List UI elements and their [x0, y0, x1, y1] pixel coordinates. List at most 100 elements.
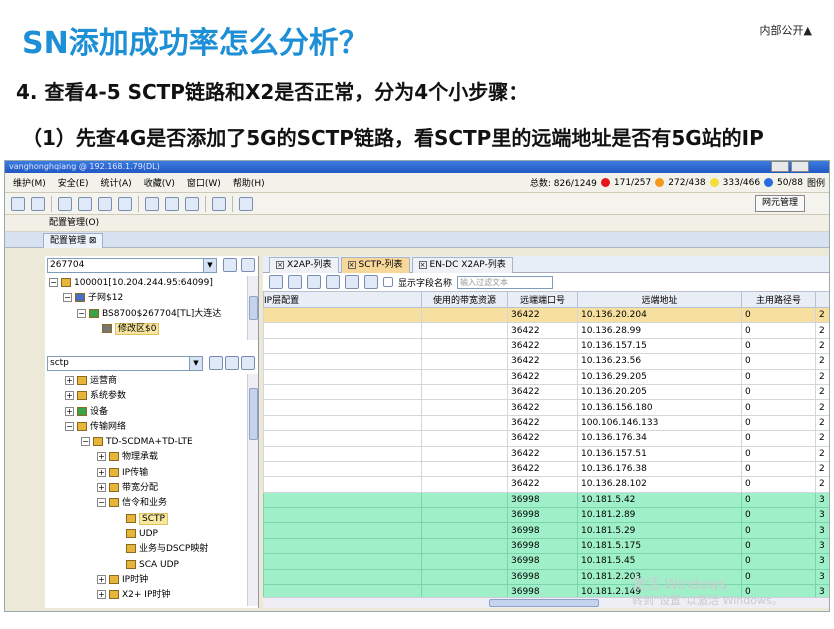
- tree-node[interactable]: + 运营商: [65, 374, 245, 389]
- tree-node[interactable]: + 系统参数: [65, 389, 245, 404]
- table-row[interactable]: 36422 10.136.176.34 0 2: [263, 430, 829, 447]
- tree-node[interactable]: 业务与DSCP映射: [65, 542, 245, 557]
- tree-node[interactable]: + 带宽分配: [65, 481, 245, 496]
- toolbar-button-2[interactable]: [31, 196, 45, 211]
- column-header[interactable]: IP层配置: [263, 291, 422, 308]
- menu-item-favorites[interactable]: 收藏(V): [138, 176, 181, 189]
- chevron-down-icon[interactable]: ▼: [203, 259, 216, 272]
- tree-node[interactable]: − TD-SCDMA+TD-LTE: [65, 435, 245, 450]
- table-row[interactable]: 36422 10.136.23.56 0 2: [263, 353, 829, 370]
- expand-icon[interactable]: +: [97, 452, 106, 462]
- toolbar-button-8[interactable]: [165, 196, 179, 211]
- collapse-icon[interactable]: −: [81, 437, 90, 447]
- table-row[interactable]: 36422 100.106.146.133 0 2: [263, 414, 829, 432]
- add-icon[interactable]: [269, 275, 283, 289]
- tree-node[interactable]: + 设备: [65, 405, 245, 420]
- legend-label[interactable]: 图例: [807, 176, 825, 189]
- major-count[interactable]: 272/438: [668, 178, 705, 188]
- chevron-down-icon[interactable]: ▼: [189, 357, 202, 370]
- menu-item-window[interactable]: 窗口(W): [181, 176, 227, 189]
- toolbar-button-9[interactable]: [185, 196, 199, 211]
- expand-icon[interactable]: +: [97, 590, 106, 600]
- copy-icon[interactable]: [307, 275, 321, 289]
- table-row[interactable]: 36998 10.181.5.175 0 3: [263, 537, 829, 555]
- locate-icon[interactable]: [223, 258, 237, 272]
- column-header[interactable]: [815, 291, 829, 308]
- toolbar-button-1[interactable]: [11, 196, 25, 211]
- menu-item-maintenance[interactable]: 维护(M): [7, 176, 52, 189]
- maximize-button[interactable]: [791, 161, 809, 172]
- tab-sctp-list[interactable]: × SCTP-列表: [340, 257, 410, 273]
- table-row[interactable]: 36998 10.181.5.45 0 3: [263, 553, 829, 570]
- tree-node[interactable]: − BS8700$267704[TL]大连达: [49, 307, 245, 322]
- table-row[interactable]: 36422 10.136.176.38 0 2: [263, 460, 829, 478]
- ne-management-button[interactable]: 网元管理: [754, 195, 805, 212]
- toolbar-button-5[interactable]: [98, 196, 112, 211]
- filter-input[interactable]: 输入过滤文本: [457, 275, 554, 289]
- menu-item-help[interactable]: 帮助(H): [227, 176, 271, 189]
- tree-node-selected[interactable]: SCTP: [65, 512, 245, 527]
- toolbar-button-10[interactable]: [212, 196, 226, 211]
- table-row[interactable]: 36422 10.136.28.99 0 2: [263, 322, 829, 339]
- table-row[interactable]: 36422 10.136.157.15 0 2: [263, 337, 829, 355]
- tab-x2ap-list[interactable]: × X2AP-列表: [269, 257, 339, 273]
- tree-node[interactable]: − 100001[10.204.244.95:64099]: [49, 276, 245, 291]
- find-icon[interactable]: [209, 356, 223, 370]
- menu-item-statistics[interactable]: 统计(A): [95, 176, 138, 189]
- minimize-button[interactable]: [771, 161, 789, 172]
- table-row[interactable]: 36422 10.136.28.102 0 2: [263, 476, 829, 493]
- table-row[interactable]: 36998 10.181.5.42 0 3: [263, 491, 829, 509]
- help-icon[interactable]: [239, 196, 253, 211]
- table-row[interactable]: 36998 10.181.2.89 0 3: [263, 507, 829, 524]
- table-row[interactable]: 36998 10.181.5.29 0 3: [263, 522, 829, 539]
- scrollbar-thumb[interactable]: [489, 599, 599, 607]
- edit-icon[interactable]: [288, 275, 302, 289]
- tree-node[interactable]: − 传输网络: [65, 420, 245, 435]
- toolbar-button-3[interactable]: [58, 196, 72, 211]
- close-icon[interactable]: ×: [418, 261, 427, 269]
- tree-node-selected[interactable]: 修改区$0: [49, 322, 245, 337]
- column-header[interactable]: 主用路径号: [741, 291, 816, 308]
- arrow-up-icon[interactable]: [225, 356, 239, 370]
- table-row[interactable]: 36422 10.136.157.51 0 2: [263, 445, 829, 462]
- close-icon[interactable]: ×: [276, 261, 284, 269]
- tree-node[interactable]: UDP: [65, 527, 245, 542]
- toolbar-button-4[interactable]: [78, 196, 92, 211]
- scrollbar-thumb[interactable]: [249, 388, 258, 440]
- table-row[interactable]: 36422 10.136.20.205 0 2: [263, 383, 829, 401]
- collapse-icon[interactable]: −: [63, 293, 72, 303]
- column-header[interactable]: 远端地址: [577, 291, 742, 308]
- refresh-icon[interactable]: [364, 275, 378, 289]
- collapse-icon[interactable]: −: [65, 421, 74, 431]
- tab-config-management[interactable]: 配置管理 ⊠: [43, 233, 104, 248]
- delete-icon[interactable]: [326, 275, 340, 289]
- expand-icon[interactable]: +: [65, 376, 74, 385]
- show-field-name-checkbox[interactable]: [383, 277, 393, 287]
- expand-icon[interactable]: +: [97, 467, 106, 477]
- toolbar-button-7[interactable]: [145, 196, 159, 211]
- table-row[interactable]: 36422 10.136.20.204 0 2: [263, 306, 829, 324]
- tree-node[interactable]: − 信令和业务: [65, 496, 245, 511]
- tab-endc-x2ap-list[interactable]: × EN-DC X2AP-列表: [411, 257, 513, 273]
- tree-node[interactable]: + IP时钟: [65, 573, 245, 588]
- close-icon[interactable]: ×: [347, 261, 356, 269]
- expand-icon[interactable]: +: [65, 391, 74, 401]
- function-search-combo[interactable]: sctp ▼: [47, 356, 203, 371]
- function-tree-scrollbar[interactable]: [247, 374, 258, 606]
- tree-scrollbar[interactable]: [247, 276, 258, 340]
- wrench-icon[interactable]: [345, 275, 359, 289]
- expand-icon[interactable]: +: [65, 406, 74, 416]
- tree-node[interactable]: + 物理承载: [65, 450, 245, 465]
- ne-search-combo[interactable]: 267704 ▼: [47, 258, 217, 273]
- tree-node[interactable]: + X2+ IP时钟: [65, 588, 245, 603]
- arrow-down-icon[interactable]: [241, 356, 255, 370]
- tree-node[interactable]: + IP传输: [65, 466, 245, 481]
- critical-count[interactable]: 171/257: [614, 178, 651, 188]
- collapse-icon[interactable]: −: [77, 308, 86, 318]
- collapse-icon[interactable]: −: [49, 278, 58, 287]
- menu-item-security[interactable]: 安全(E): [52, 176, 95, 189]
- expand-icon[interactable]: +: [97, 574, 106, 584]
- minor-count[interactable]: 333/466: [723, 178, 760, 188]
- table-row[interactable]: 36422 10.136.29.205 0 2: [263, 368, 829, 385]
- tree-node[interactable]: SCA UDP: [65, 558, 245, 573]
